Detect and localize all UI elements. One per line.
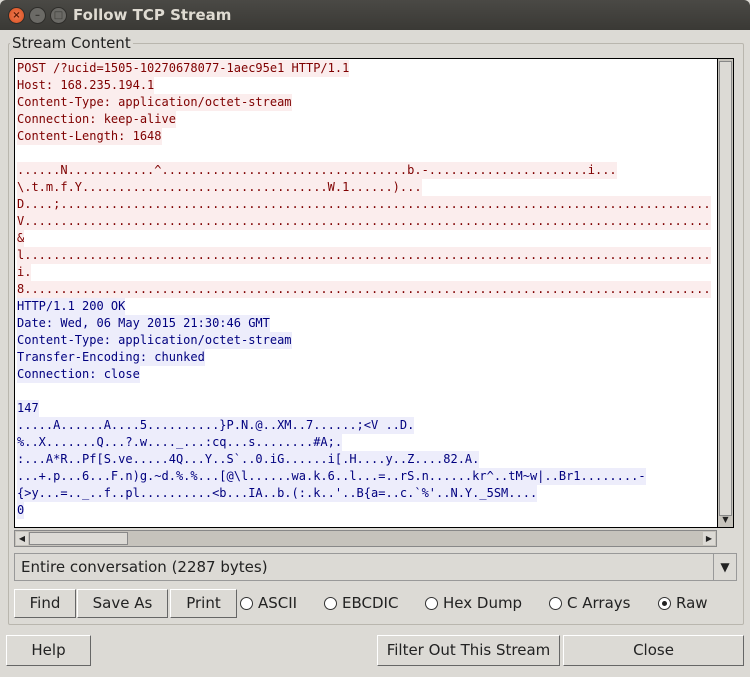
scroll-right-icon[interactable]: ▶ (703, 532, 715, 545)
window-maximize-icon[interactable]: □ (50, 7, 67, 24)
radio-ascii[interactable]: ASCII (240, 594, 297, 612)
radio-circle (240, 596, 253, 610)
close-button[interactable]: Close (563, 635, 744, 666)
radio-circle (658, 596, 671, 610)
server-line: %..X.......Q...?.w...._...:cq...s.......… (17, 434, 343, 451)
line-text: i. (17, 264, 32, 281)
line-text: :...A*R..Pf[S.ve.....4Q...Y..S`..0.iG...… (17, 451, 480, 468)
scroll-thumb[interactable] (29, 532, 128, 545)
window-close-icon[interactable]: × (8, 7, 25, 24)
window-minimize-icon[interactable]: – (29, 7, 46, 24)
line-text: D....;..................................… (17, 196, 711, 213)
server-line: Content-Type: application/octet-stream (17, 332, 292, 349)
server-line: Date: Wed, 06 May 2015 21:30:46 GMT (17, 315, 270, 332)
client-line: ......N............^....................… (17, 162, 617, 179)
line-text: Host: 168.235.194.1 (17, 77, 155, 94)
line-text: Content-Type: application/octet-stream (17, 332, 292, 349)
server-line: :...A*R..Pf[S.ve.....4Q...Y..S`..0.iG...… (17, 451, 480, 468)
line-text: \.t.m.f.Y...............................… (17, 179, 422, 196)
client-line: i. (17, 264, 32, 281)
server-line: .....A......A....5..........}P.N.@..XM..… (17, 417, 415, 434)
client-line: & (17, 230, 25, 247)
radio-c-arrays[interactable]: C Arrays (549, 594, 630, 612)
conversation-select-value: Entire conversation (2287 bytes) (21, 558, 268, 576)
line-text: POST /?ucid=1505-10270678077-1aec95e1 HT… (17, 60, 350, 77)
line-text: ...+.p...6...F.n)g.~d.%.%...[@\l......wa… (17, 468, 646, 485)
server-line: ...+.p...6...F.n)g.~d.%.%...[@\l......wa… (17, 468, 646, 485)
line-text: l.......................................… (17, 247, 711, 264)
group-label: Stream Content (10, 34, 133, 52)
line-text: & (17, 230, 25, 247)
find-button[interactable]: Find (14, 589, 76, 618)
radio-label: ASCII (258, 594, 298, 612)
line-text: 147 (17, 400, 39, 417)
client-line: V.......................................… (17, 213, 711, 230)
radio-circle (324, 596, 337, 610)
line-text: Connection: keep-alive (17, 111, 176, 128)
line-text: .....A......A....5..........}P.N.@..XM..… (17, 417, 415, 434)
line-text: V.......................................… (17, 213, 711, 230)
line-text: 0 (17, 502, 25, 519)
client-line: Content-Length: 1648 (17, 128, 162, 145)
radio-circle (549, 596, 562, 610)
client-line: Content-Type: application/octet-stream (17, 94, 292, 111)
line-text: Content-Type: application/octet-stream (17, 94, 292, 111)
client-line: D....;..................................… (17, 196, 711, 213)
radio-hex-dump[interactable]: Hex Dump (425, 594, 522, 612)
radio-label: EBCDIC (342, 594, 399, 612)
chevron-down-icon[interactable]: ▼ (713, 554, 736, 580)
client-line: 8.......................................… (17, 281, 711, 298)
help-button[interactable]: Help (6, 635, 91, 666)
stream-text-area[interactable]: POST /?ucid=1505-10270678077-1aec95e1 HT… (14, 58, 717, 528)
line-text: Transfer-Encoding: chunked (17, 349, 205, 366)
server-line: Transfer-Encoding: chunked (17, 349, 205, 366)
line-text: ......N............^....................… (17, 162, 617, 179)
line-text: Connection: close (17, 366, 140, 383)
radio-label: Hex Dump (443, 594, 523, 612)
radio-circle (425, 596, 438, 610)
vertical-scrollbar[interactable]: ▼ (717, 58, 734, 528)
line-text: 8.......................................… (17, 281, 711, 298)
line-text: Date: Wed, 06 May 2015 21:30:46 GMT (17, 315, 270, 332)
line-text: {>y...=.._..f..pl..........<b...IA..b.(:… (17, 485, 538, 502)
client-line: Connection: keep-alive (17, 111, 176, 128)
print-button[interactable]: Print (170, 589, 237, 618)
client-line: POST /?ucid=1505-10270678077-1aec95e1 HT… (17, 60, 350, 77)
scroll-down-icon[interactable]: ▼ (719, 514, 732, 526)
save-as-button[interactable]: Save As (77, 589, 168, 618)
server-line: Connection: close (17, 366, 140, 383)
client-line: l.......................................… (17, 247, 711, 264)
radio-ebcdic[interactable]: EBCDIC (324, 594, 398, 612)
window-title: Follow TCP Stream (73, 6, 232, 24)
horizontal-scrollbar[interactable]: ◀ ▶ (14, 530, 717, 547)
client-line: Host: 168.235.194.1 (17, 77, 155, 94)
server-line: 147 (17, 400, 39, 417)
scroll-left-icon[interactable]: ◀ (16, 532, 28, 545)
radio-label: Raw (676, 594, 708, 612)
conversation-select[interactable]: Entire conversation (2287 bytes) ▼ (14, 553, 737, 581)
server-line: {>y...=.._..f..pl..........<b...IA..b.(:… (17, 485, 538, 502)
radio-label: C Arrays (567, 594, 631, 612)
client-line: \.t.m.f.Y...............................… (17, 179, 422, 196)
filter-out-stream-button[interactable]: Filter Out This Stream (377, 635, 560, 666)
line-text: HTTP/1.1 200 OK (17, 298, 126, 315)
line-text: %..X.......Q...?.w...._...:cq...s.......… (17, 434, 343, 451)
server-line: HTTP/1.1 200 OK (17, 298, 126, 315)
title-bar: × – □ Follow TCP Stream (0, 0, 750, 30)
radio-raw[interactable]: Raw (658, 594, 708, 612)
line-text: Content-Length: 1648 (17, 128, 162, 145)
scroll-thumb[interactable] (719, 61, 732, 516)
server-line: 0 (17, 502, 25, 519)
